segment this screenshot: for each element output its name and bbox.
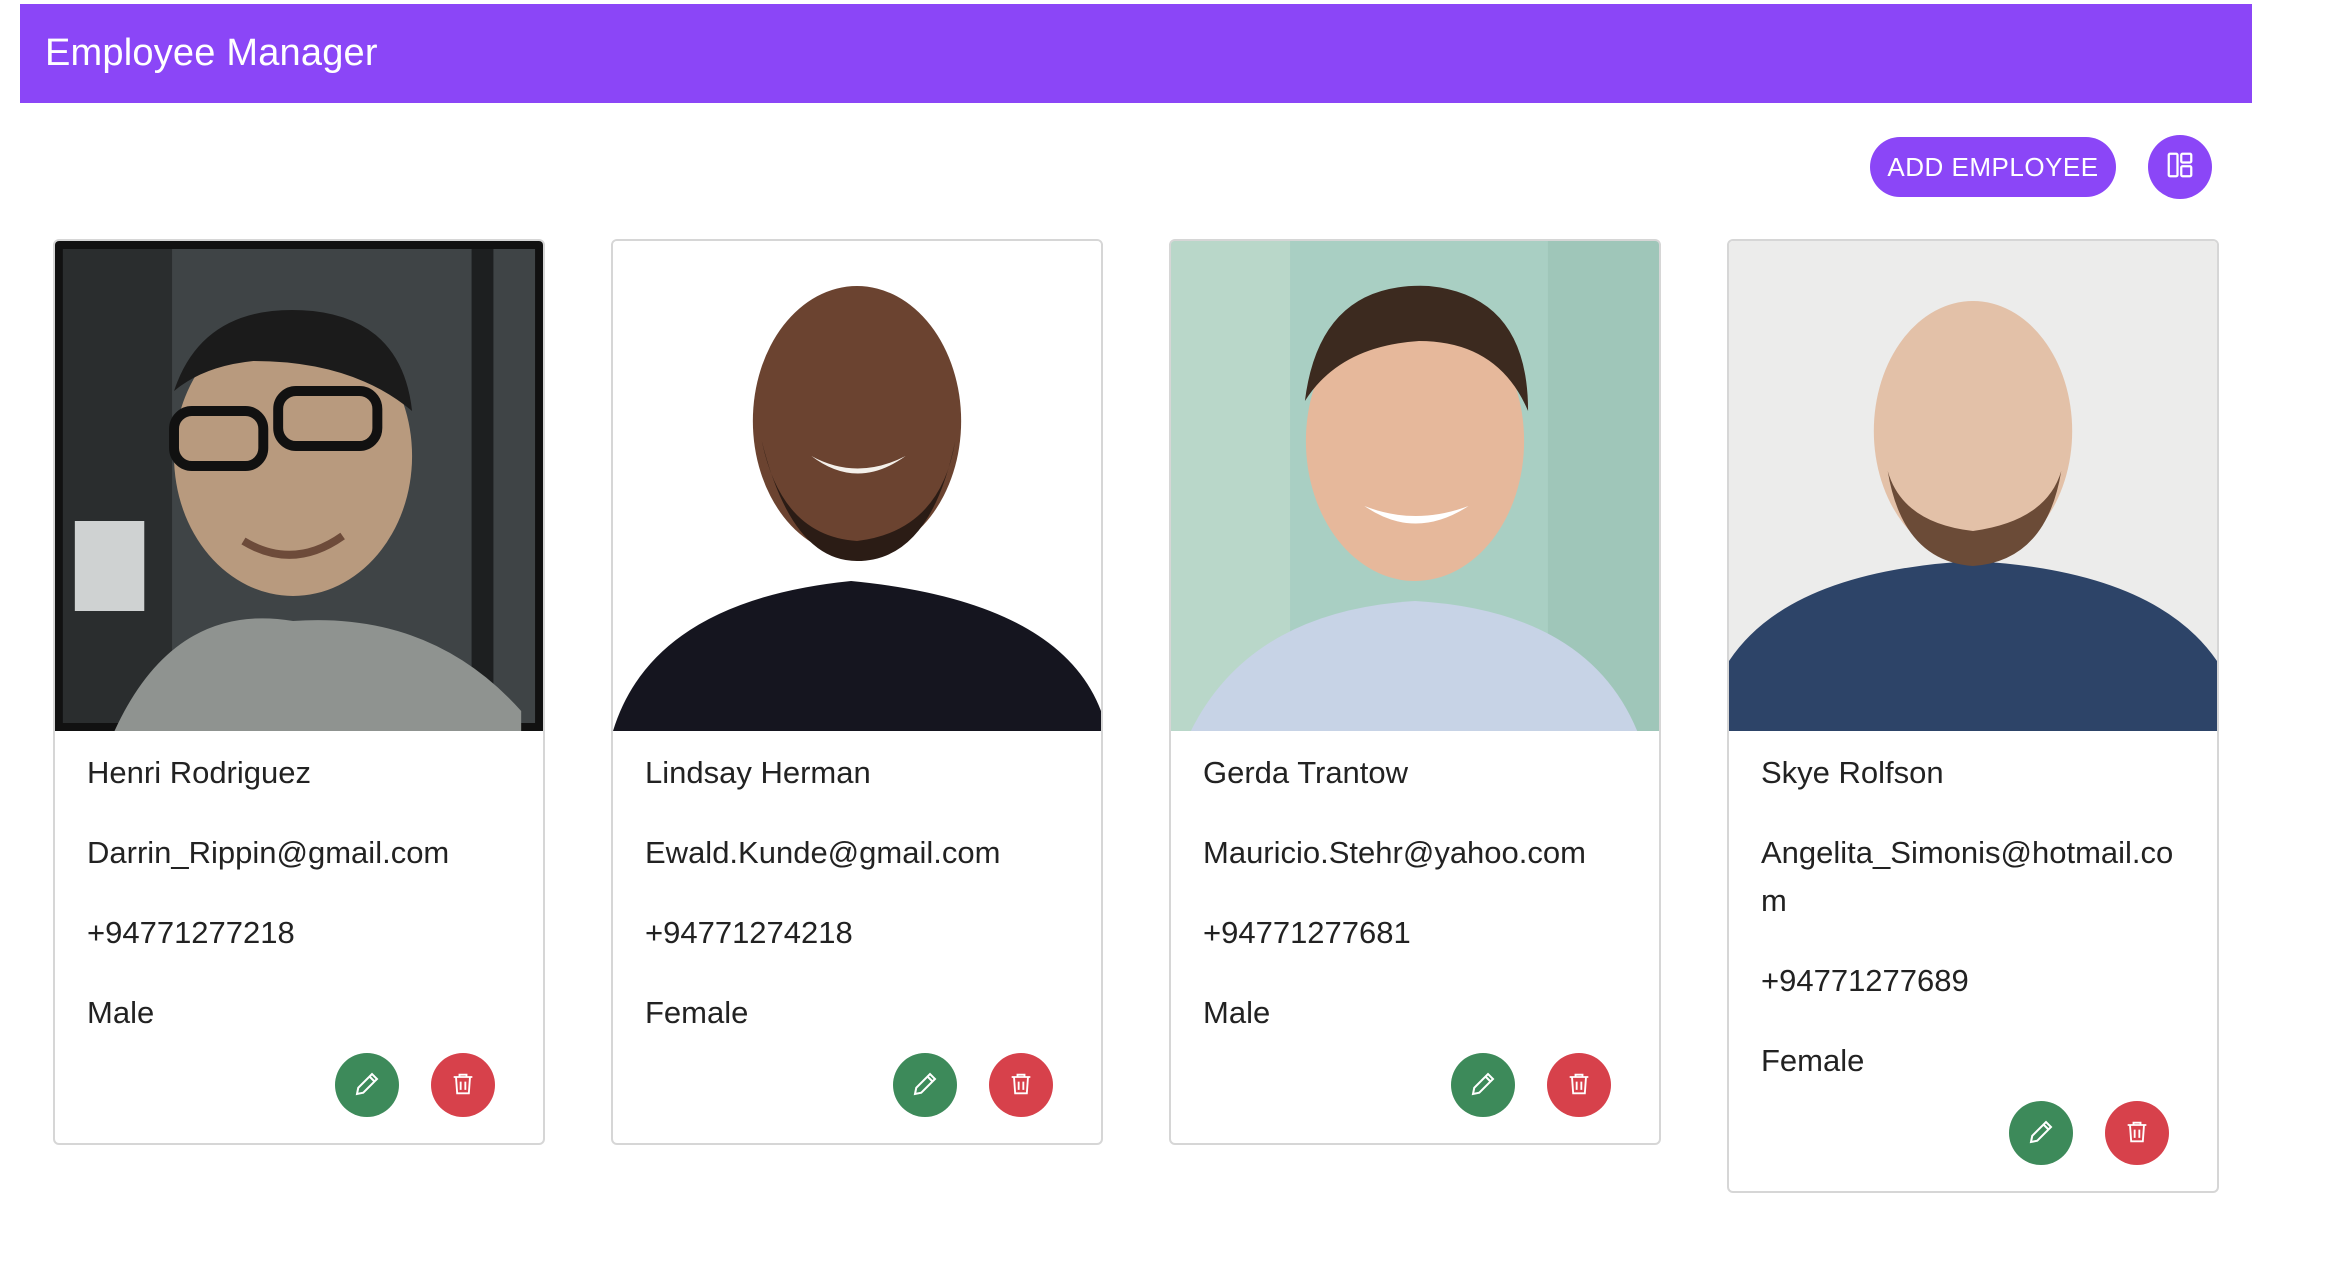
- edit-button[interactable]: [335, 1053, 399, 1117]
- employee-name: Lindsay Herman: [645, 755, 871, 790]
- delete-button[interactable]: [431, 1053, 495, 1117]
- employee-name: Skye Rolfson: [1761, 755, 1944, 790]
- employee-name: Henri Rodriguez: [87, 755, 311, 790]
- pencil-icon: [1468, 1069, 1498, 1102]
- delete-button[interactable]: [989, 1053, 1053, 1117]
- add-employee-button[interactable]: ADD EMPLOYEE: [1870, 137, 2116, 197]
- grid-view-icon: [2165, 150, 2195, 185]
- employee-phone: +94771277689: [1761, 963, 1969, 998]
- employee-phone: +94771274218: [645, 915, 853, 950]
- employee-card: Lindsay Herman Ewald.Kunde@gmail.com +94…: [611, 239, 1103, 1145]
- delete-button[interactable]: [1547, 1053, 1611, 1117]
- pencil-icon: [352, 1069, 382, 1102]
- trash-icon: [1565, 1070, 1593, 1101]
- employee-name: Gerda Trantow: [1203, 755, 1409, 790]
- edit-button[interactable]: [1451, 1053, 1515, 1117]
- layout-toggle-button[interactable]: [2148, 135, 2212, 199]
- employee-card: Skye Rolfson Angelita_Simonis@hotmail.co…: [1727, 239, 2219, 1193]
- employee-email: Angelita_Simonis@hotmail.com: [1761, 835, 2174, 918]
- pencil-icon: [910, 1069, 940, 1102]
- edit-button[interactable]: [893, 1053, 957, 1117]
- employee-photo: [55, 241, 543, 731]
- employee-gender: Female: [1761, 1043, 1865, 1078]
- employee-email: Ewald.Kunde@gmail.com: [645, 835, 1001, 870]
- trash-icon: [2123, 1118, 2151, 1149]
- employee-email: Mauricio.Stehr@yahoo.com: [1203, 835, 1586, 870]
- employee-photo: [613, 241, 1101, 731]
- pencil-icon: [2026, 1117, 2056, 1150]
- trash-icon: [449, 1070, 477, 1101]
- delete-button[interactable]: [2105, 1101, 2169, 1165]
- app-title: Employee Manager: [45, 32, 378, 74]
- edit-button[interactable]: [2009, 1101, 2073, 1165]
- employee-gender: Male: [1203, 995, 1271, 1030]
- employee-gender: Female: [645, 995, 749, 1030]
- employee-photo: [1171, 241, 1659, 731]
- employee-card: Henri Rodriguez Darrin_Rippin@gmail.com …: [53, 239, 545, 1145]
- employee-card: Gerda Trantow Mauricio.Stehr@yahoo.com +…: [1169, 239, 1661, 1145]
- employee-email: Darrin_Rippin@gmail.com: [87, 835, 450, 870]
- app-bar: Employee Manager: [20, 4, 2252, 103]
- employee-gender: Male: [87, 995, 155, 1030]
- trash-icon: [1007, 1070, 1035, 1101]
- employee-photo: [1729, 241, 2217, 731]
- employee-phone: +94771277681: [1203, 915, 1411, 950]
- employee-phone: +94771277218: [87, 915, 295, 950]
